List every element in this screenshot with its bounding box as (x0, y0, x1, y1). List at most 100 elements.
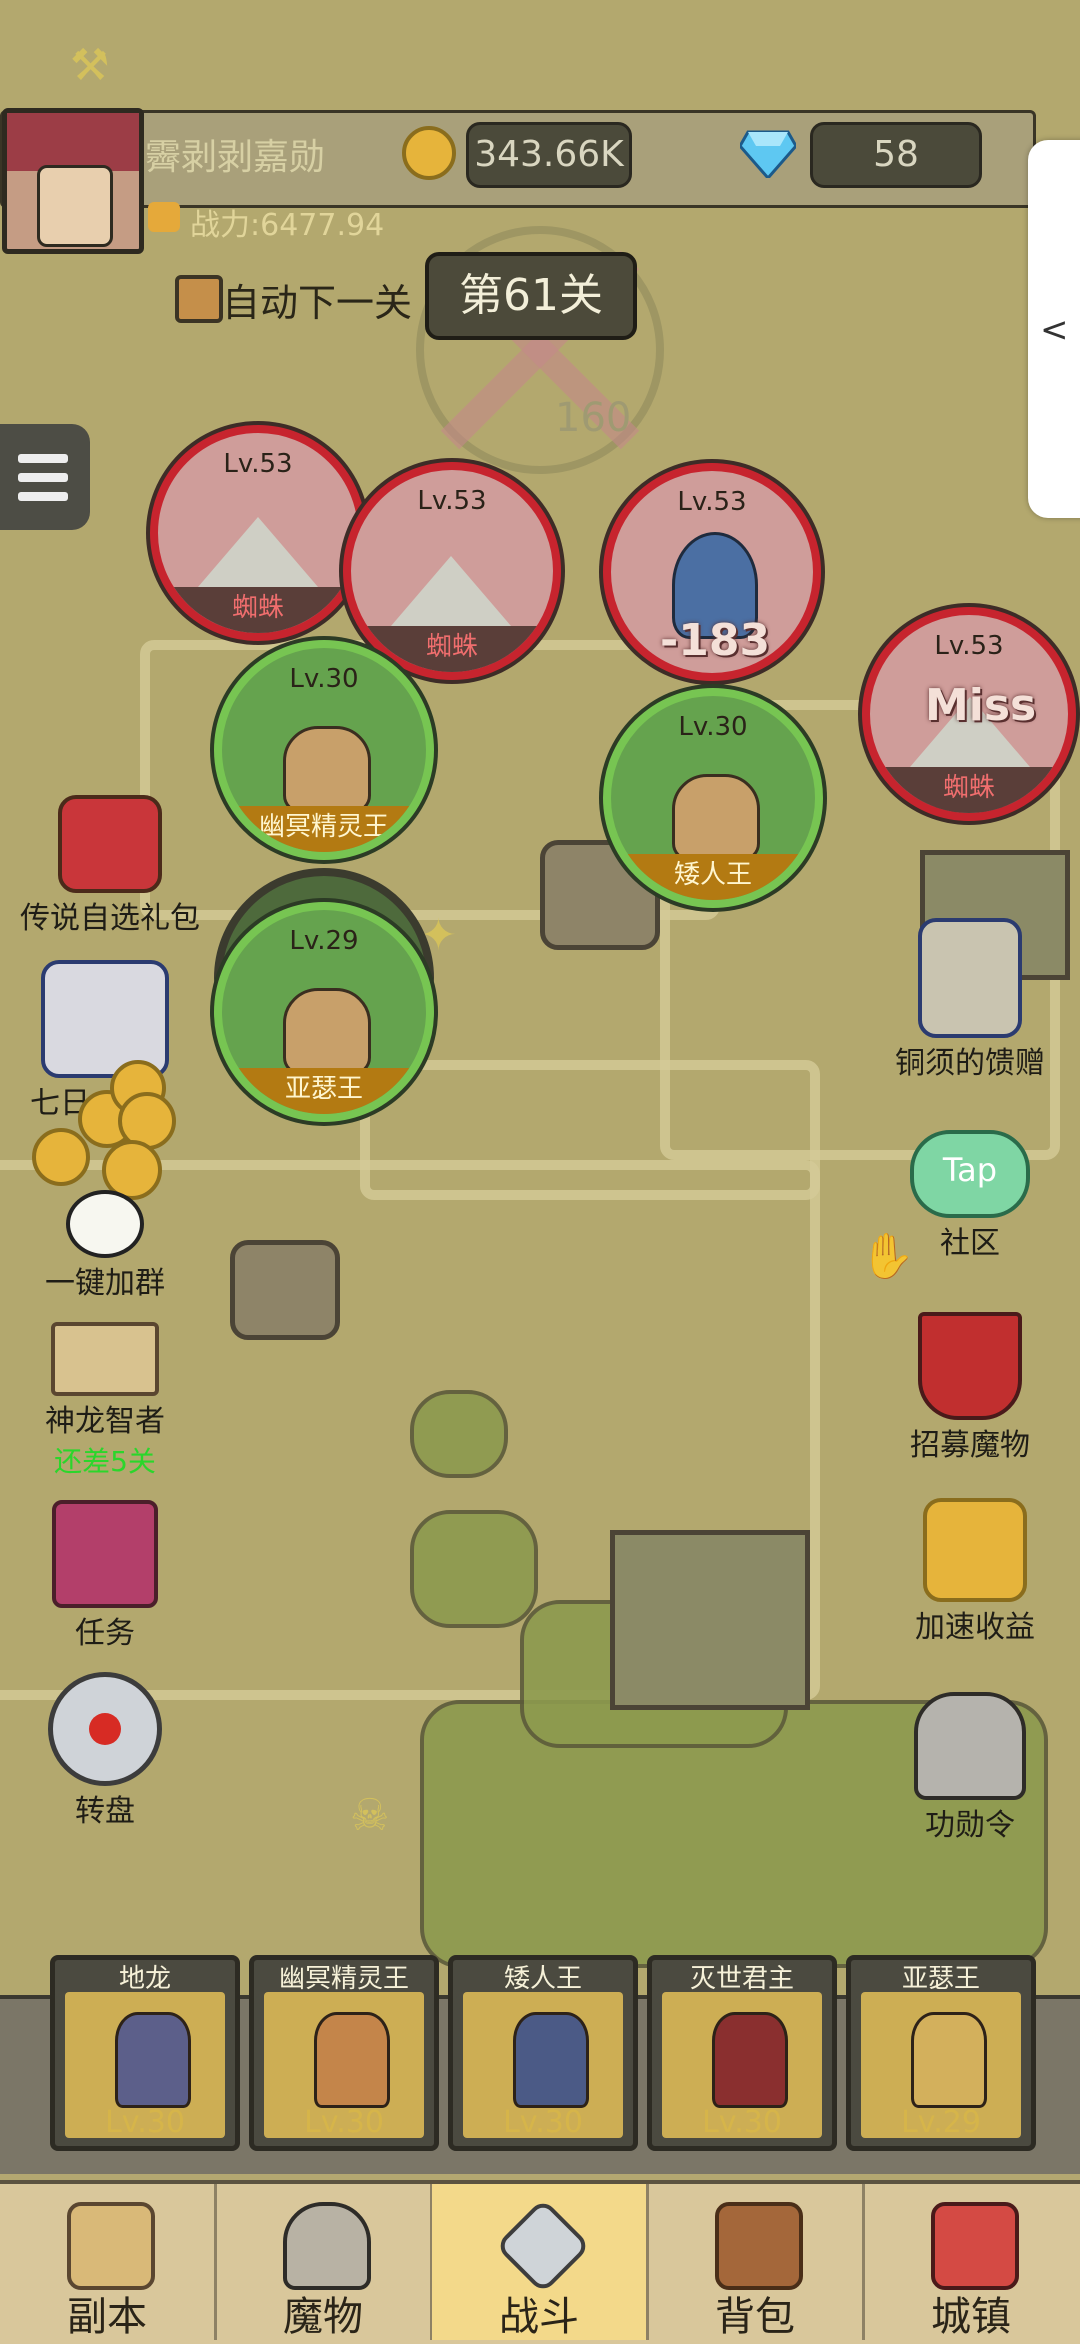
wheel-icon (48, 1672, 162, 1786)
helmet-icon (283, 2202, 371, 2290)
hero-slot-level: Lv.30 (304, 2105, 384, 2140)
icon-label: 社区 (940, 1226, 1000, 1261)
hero-slot-name: 地龙 (118, 1964, 171, 1994)
tab-dungeon[interactable]: 副本 (0, 2184, 217, 2340)
icon-label: 铜须的馈赠 (895, 1046, 1045, 1081)
hamburger-line (18, 492, 68, 501)
speed-up-income-button[interactable]: 加速收益 (890, 1498, 1060, 1646)
merit-order-button[interactable]: 功勋令 (890, 1692, 1050, 1844)
shop-icon (931, 2202, 1019, 2290)
power-icon (148, 202, 180, 232)
icon-label: 转盘 (75, 1794, 135, 1829)
gold-amount: 343.66K (466, 122, 632, 188)
tab-label: 城镇 (931, 2294, 1011, 2340)
unit-name: 亚瑟王 (222, 1068, 426, 1114)
unit-name: 蜘蛛 (158, 587, 358, 633)
dwarf-icon (918, 918, 1022, 1038)
community-button[interactable]: Tap 社区 (890, 1130, 1050, 1262)
hero-slot[interactable]: 地龙 Lv.30 (50, 1955, 240, 2151)
unit-level: Lv.53 (417, 486, 487, 516)
earth-dragon-icon (115, 2012, 191, 2108)
side-panel-toggle[interactable]: < (1028, 140, 1080, 518)
unit-level: Lv.30 (678, 712, 748, 742)
arthur-king-icon (911, 2012, 987, 2108)
crossed-swords-target (416, 226, 664, 474)
icon-label: 任务 (75, 1616, 135, 1651)
player-avatar[interactable] (2, 108, 144, 254)
book-icon (52, 1500, 158, 1608)
helmet-icon (914, 1692, 1026, 1800)
sage-requirement: 还差5关 (54, 1445, 156, 1478)
tap-cloud-icon: Tap (910, 1130, 1030, 1218)
elf-king-icon (283, 725, 371, 814)
hero-slot-level: Lv.29 (901, 2105, 981, 2140)
backpack-icon (715, 2202, 803, 2290)
hero-slot[interactable]: 灭世君主 Lv.30 (647, 1955, 837, 2151)
avatar-face (37, 165, 113, 247)
target-number: 160 (555, 395, 632, 441)
wheel-center (89, 1713, 121, 1745)
map-scroll-icon (67, 2202, 155, 2290)
hero-slot-level: Lv.30 (105, 2105, 185, 2140)
unit-name: 蜘蛛 (870, 767, 1068, 813)
hero-slot-level: Lv.30 (702, 2105, 782, 2140)
join-group-button[interactable]: 一键加群 (30, 1190, 180, 1302)
treasure-chest-icon (58, 795, 162, 893)
diamond-amount: 58 (810, 122, 982, 188)
unit-level: Lv.30 (289, 664, 359, 694)
dwarf-king-icon (672, 773, 760, 862)
hero-slot[interactable]: 亚瑟王 Lv.29 (846, 1955, 1036, 2151)
tab-label: 背包 (715, 2294, 795, 2340)
grass-patch (410, 1510, 538, 1628)
penguin-icon (66, 1190, 144, 1258)
auto-next-checkbox[interactable] (175, 275, 223, 323)
dragon-sage[interactable]: 神龙智者 还差5关 (30, 1322, 180, 1480)
enemy-unit[interactable]: Lv.53 蜘蛛 (343, 462, 561, 680)
player-power: 战力:6477.94 (190, 208, 385, 243)
tab-label: 魔物 (283, 2294, 363, 2340)
unit-name: 幽冥精灵王 (222, 806, 426, 852)
tab-town[interactable]: 城镇 (864, 2184, 1078, 2340)
tab-battle[interactable]: 战斗 (432, 2184, 649, 2340)
ally-unit[interactable]: Lv.30 幽冥精灵王 (214, 640, 434, 860)
legend-gift-pack[interactable]: 传说自选礼包 (10, 795, 210, 937)
grass-patch (410, 1390, 508, 1478)
ally-unit[interactable]: Lv.30 矮人王 (603, 688, 823, 908)
damage-number: -183 (660, 615, 771, 666)
dwarf-king-icon (513, 2012, 589, 2108)
tasks-button[interactable]: 任务 (30, 1500, 180, 1652)
gold-coin-icon (32, 1128, 90, 1186)
tab-monsters[interactable]: 魔物 (216, 2184, 433, 2340)
hero-slot-level: Lv.30 (503, 2105, 583, 2140)
unit-level: Lv.53 (677, 487, 747, 517)
icon-label: 传说自选礼包 (20, 901, 200, 936)
icon-label: 加速收益 (915, 1610, 1035, 1645)
arthur-king-icon (283, 987, 371, 1076)
enemy-unit[interactable]: Lv.53 蜘蛛 (150, 425, 366, 641)
hero-slot[interactable]: 幽冥精灵王 Lv.30 (249, 1955, 439, 2151)
ally-unit[interactable]: Lv.29 亚瑟王 (214, 902, 434, 1122)
hero-slot-name: 矮人王 (503, 1964, 582, 1994)
spider-icon (198, 517, 318, 587)
map-path (360, 1060, 820, 1200)
icon-label: 一键加群 (45, 1266, 165, 1301)
bronzebeard-gift[interactable]: 铜须的馈赠 (880, 918, 1060, 1082)
chevron-left-icon: < (1040, 310, 1069, 350)
tab-backpack[interactable]: 背包 (648, 2184, 865, 2340)
hero-slot[interactable]: 矮人王 Lv.30 (448, 1955, 638, 2151)
icon-label: 功勋令 (925, 1808, 1015, 1843)
auto-next-label[interactable]: 自动下一关 (222, 272, 412, 327)
crossed-swords-icon (494, 2197, 592, 2295)
wheel-button[interactable]: 转盘 (30, 1672, 180, 1830)
world-lord-icon (712, 2012, 788, 2108)
map-house (610, 1530, 810, 1710)
recruit-monster-button[interactable]: 招募魔物 (890, 1312, 1050, 1464)
icon-label: 招募魔物 (910, 1428, 1030, 1463)
unit-name: 矮人王 (611, 854, 815, 900)
unit-level: Lv.29 (289, 926, 359, 956)
main-menu-button[interactable] (0, 424, 90, 530)
hero-slot-name: 幽冥精灵王 (278, 1964, 409, 1994)
banner-icon (918, 1312, 1022, 1420)
hero-slot-name: 灭世君主 (689, 1964, 794, 1994)
hamburger-icon (18, 454, 68, 463)
